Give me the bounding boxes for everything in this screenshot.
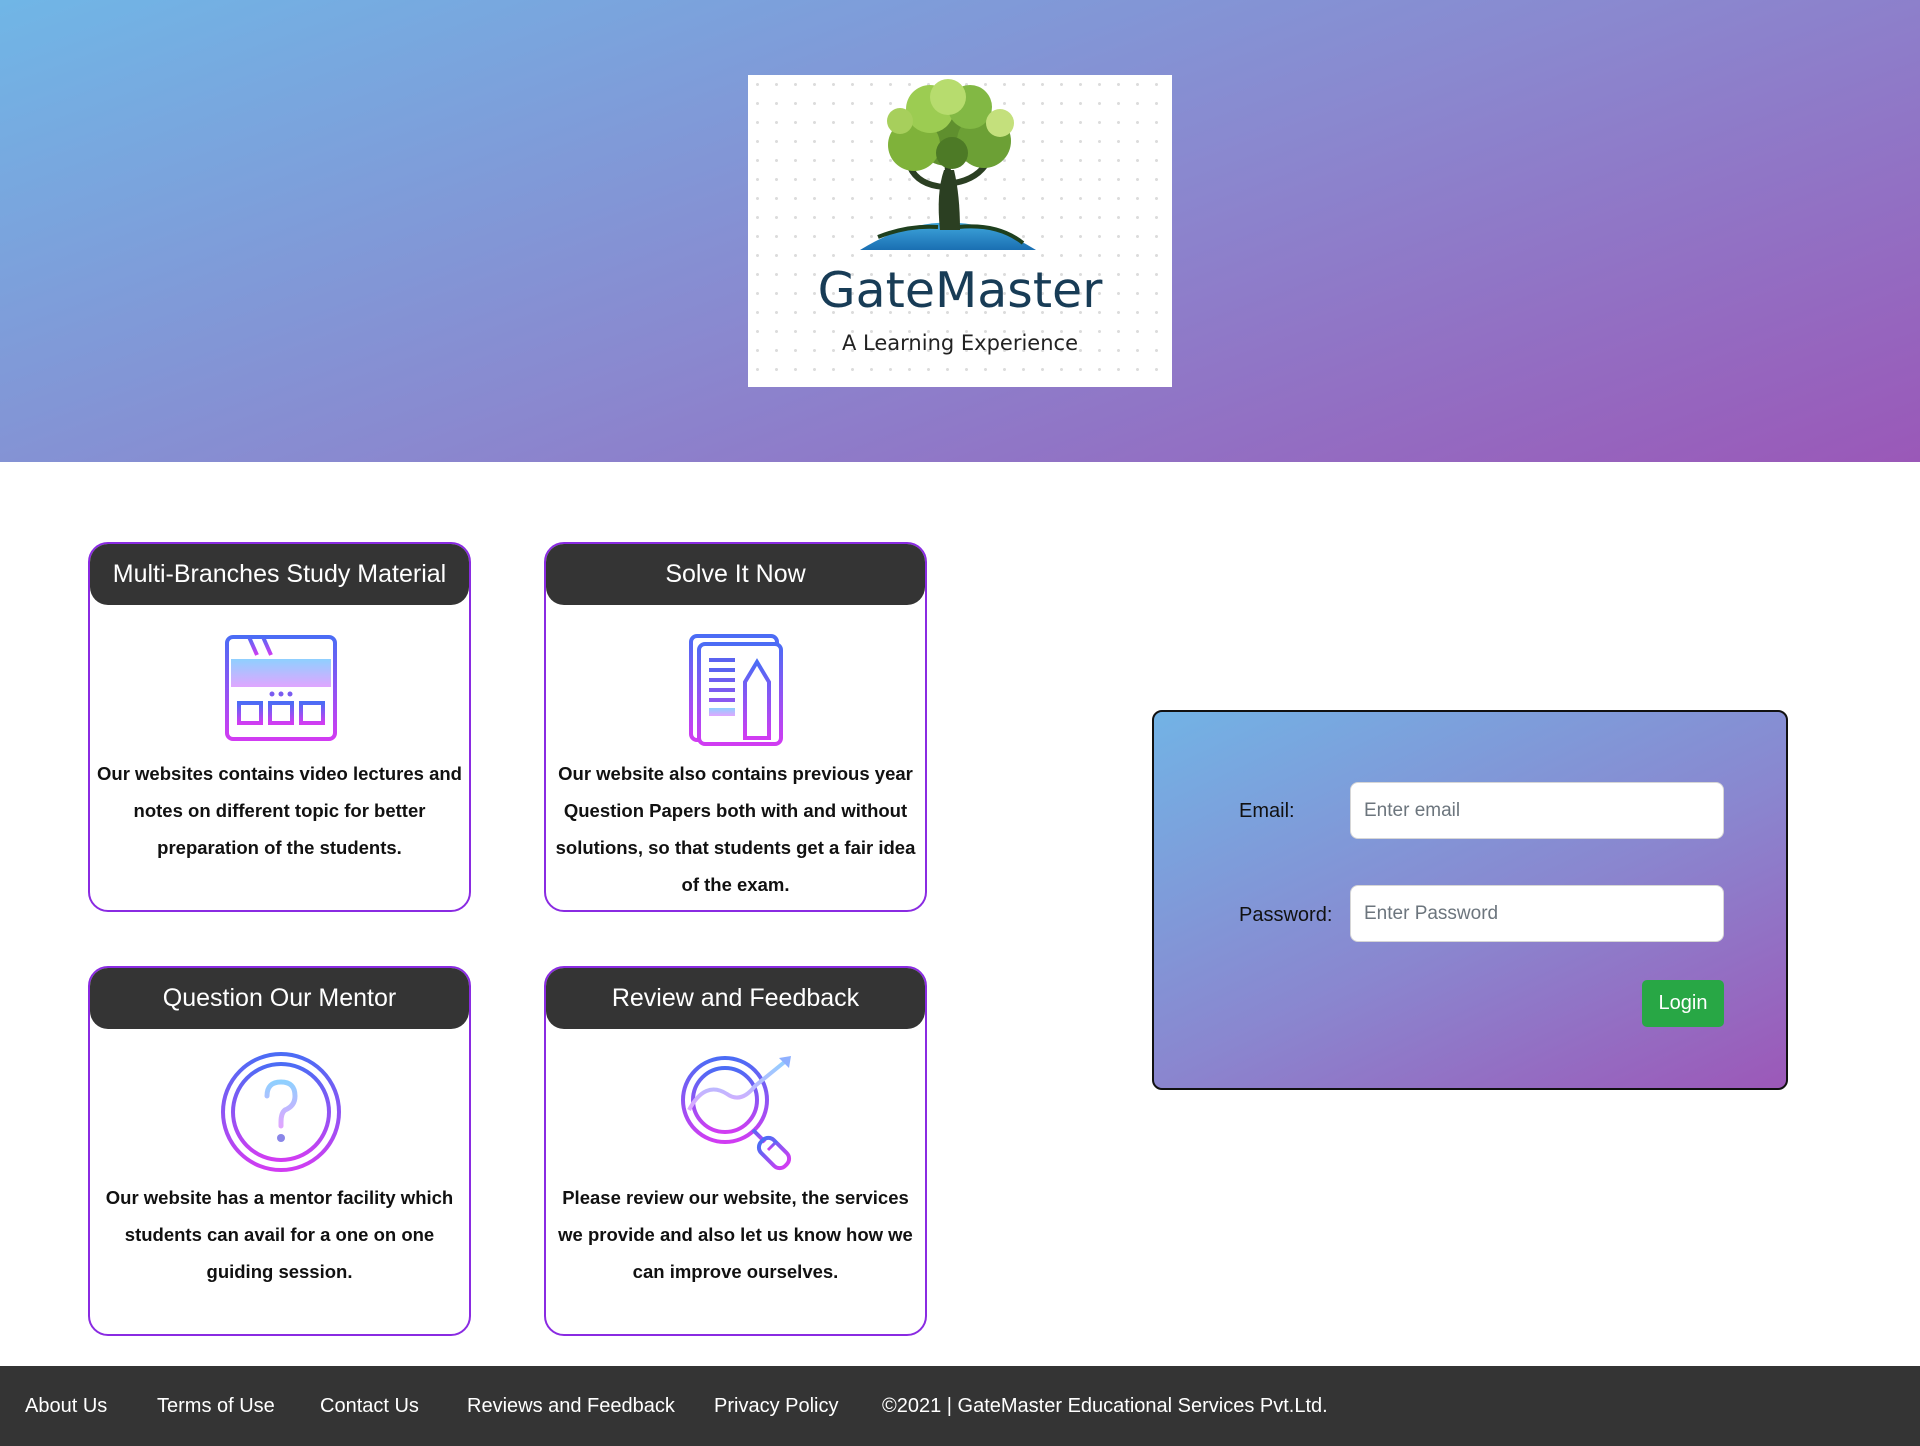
card-title: Question Our Mentor: [90, 968, 469, 1029]
footer-link-reviews-feedback[interactable]: Reviews and Feedback: [467, 1366, 675, 1446]
footer-link-about-us[interactable]: About Us: [25, 1366, 107, 1446]
email-label: Email:: [1239, 800, 1295, 822]
password-field[interactable]: [1350, 885, 1724, 942]
card-title: Solve It Now: [546, 544, 925, 605]
feature-card-study-material[interactable]: Multi-Branches Study Material Our websit…: [88, 542, 471, 912]
footer: About Us Terms of Use Contact Us Reviews…: [0, 1366, 1920, 1446]
feature-card-review-feedback[interactable]: Review and Feedback Please review our we…: [544, 966, 927, 1336]
card-description: Our websites contains video lectures and…: [97, 763, 462, 858]
login-button[interactable]: Login: [1642, 980, 1724, 1027]
card-description: Please review our website, the services …: [558, 1187, 913, 1282]
footer-link-terms-of-use[interactable]: Terms of Use: [157, 1366, 275, 1446]
feature-card-solve-it-now[interactable]: Solve It Now Our website also contains p…: [544, 542, 927, 912]
footer-link-privacy-policy[interactable]: Privacy Policy: [714, 1366, 838, 1446]
document-pencil-icon: [689, 634, 783, 746]
feature-card-question-mentor[interactable]: Question Our Mentor Our website has a me…: [88, 966, 471, 1336]
question-circle-icon: [221, 1052, 341, 1172]
brand-name: GateMaster: [817, 262, 1103, 319]
footer-link-contact-us[interactable]: Contact Us: [320, 1366, 419, 1446]
email-field[interactable]: [1350, 782, 1724, 839]
brand-tagline: A Learning Experience: [842, 331, 1078, 355]
password-label: Password:: [1239, 904, 1333, 926]
card-title: Review and Feedback: [546, 968, 925, 1029]
card-description: Our website also contains previous year …: [555, 763, 916, 895]
magnifier-growth-icon: [681, 1056, 792, 1171]
card-title: Multi-Branches Study Material: [90, 544, 469, 605]
site-logo[interactable]: GateMaster A Learning Experience: [748, 75, 1172, 387]
hero-banner: GateMaster A Learning Experience: [0, 0, 1920, 462]
video-player-icon: [225, 635, 337, 741]
footer-copyright: ©2021 | GateMaster Educational Services …: [882, 1395, 1328, 1417]
card-description: Our website has a mentor facility which …: [105, 1187, 454, 1282]
login-form: Email: Password: Login: [1152, 710, 1788, 1090]
tree-logo-icon: [860, 79, 1036, 250]
